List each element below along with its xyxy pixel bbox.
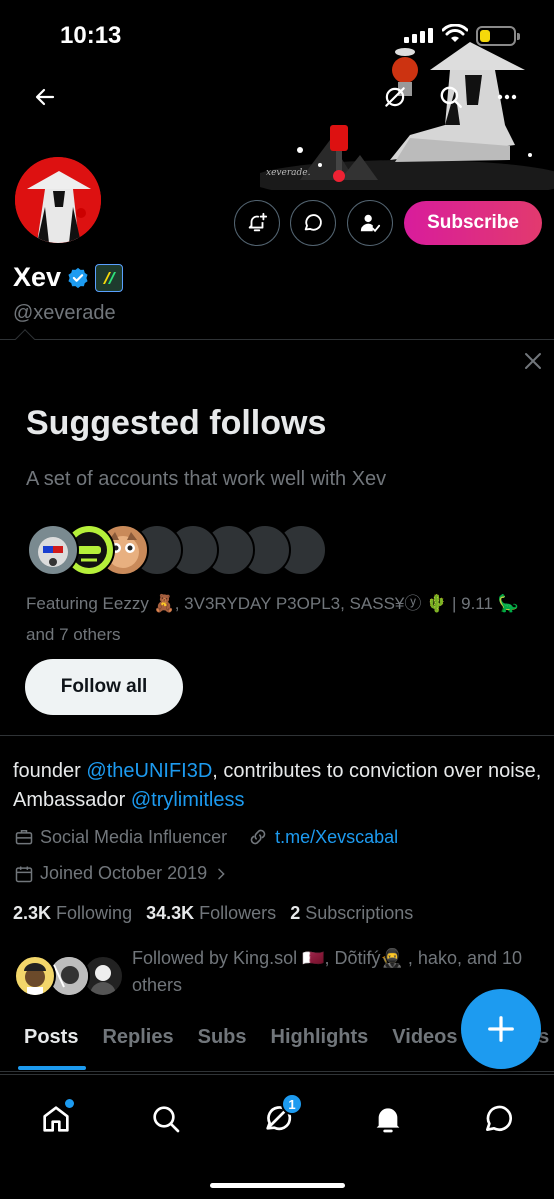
bio-text: founder bbox=[13, 760, 87, 782]
affiliate-logo-icon bbox=[103, 271, 117, 284]
profile-name-row: Xev bbox=[13, 262, 124, 293]
avatar-image bbox=[15, 157, 101, 243]
following-stat[interactable]: 2.3K Following bbox=[13, 903, 132, 924]
nav-notifications[interactable] bbox=[366, 1097, 410, 1141]
battery-icon bbox=[476, 26, 520, 46]
profile-bio: founder @theUNIFI3D, contributes to conv… bbox=[13, 757, 543, 815]
tab-videos[interactable]: Videos bbox=[380, 1018, 469, 1072]
search-icon bbox=[440, 86, 462, 108]
person-check-icon bbox=[360, 214, 381, 233]
section-divider bbox=[0, 735, 554, 736]
status-bar: 10:13 bbox=[0, 0, 554, 70]
nav-messages[interactable] bbox=[476, 1097, 520, 1141]
messages-icon bbox=[486, 1105, 512, 1131]
briefcase-icon bbox=[15, 830, 33, 845]
subscribe-button[interactable]: Subscribe bbox=[404, 201, 542, 245]
profile-website-link[interactable]: t.me/Xevscabal bbox=[275, 827, 398, 848]
wifi-icon bbox=[442, 24, 468, 42]
chevron-right-icon bbox=[218, 868, 225, 879]
nav-grok[interactable]: 1 bbox=[255, 1093, 303, 1141]
close-icon[interactable] bbox=[521, 349, 545, 373]
divider-notch bbox=[15, 329, 35, 349]
bio-mention-link[interactable]: @theUNIFI3D bbox=[86, 760, 212, 782]
nav-search[interactable] bbox=[144, 1097, 188, 1141]
search-button[interactable] bbox=[428, 74, 474, 120]
suggested-follows-title: Suggested follows bbox=[26, 404, 327, 442]
affiliate-badge-icon[interactable] bbox=[95, 263, 124, 292]
chat-bubble-icon bbox=[304, 214, 322, 231]
banner-signature: xeverade. bbox=[266, 168, 311, 178]
plus-icon bbox=[488, 1016, 514, 1042]
suggested-avatar-1 bbox=[27, 524, 79, 576]
joined-row[interactable]: Joined October 2019 bbox=[14, 863, 229, 884]
grok-button[interactable] bbox=[372, 74, 418, 120]
subscriptions-stat[interactable]: 2 Subscriptions bbox=[290, 903, 413, 924]
profile-stats: 2.3K Following 34.3K Followers 2 Subscri… bbox=[13, 903, 413, 924]
following-status-button[interactable] bbox=[347, 200, 393, 246]
grok-notification-badge: 1 bbox=[281, 1093, 303, 1115]
followers-stat[interactable]: 34.3K Followers bbox=[146, 903, 276, 924]
link-icon bbox=[250, 829, 266, 845]
display-name: Xev bbox=[13, 262, 62, 292]
nav-home[interactable] bbox=[34, 1097, 78, 1141]
notifications-icon bbox=[376, 1108, 400, 1133]
section-divider bbox=[0, 339, 554, 340]
tab-posts[interactable]: Posts bbox=[0, 1018, 90, 1072]
suggested-follows-subtitle: A set of accounts that work well with Xe… bbox=[26, 468, 387, 490]
home-indicator bbox=[210, 1183, 345, 1188]
username-handle: @xeverade bbox=[13, 302, 116, 324]
tab-highlights[interactable]: Highlights bbox=[259, 1018, 381, 1072]
more-horizontal-icon bbox=[497, 94, 517, 100]
tabs-divider bbox=[0, 1071, 554, 1072]
cellular-signal-icon bbox=[404, 28, 433, 43]
status-time: 10:13 bbox=[60, 22, 122, 49]
back-button[interactable] bbox=[22, 74, 68, 120]
more-options-button[interactable] bbox=[484, 74, 530, 120]
message-button[interactable] bbox=[290, 200, 336, 246]
bell-plus-icon bbox=[248, 212, 268, 232]
bio-mention-link[interactable]: @trylimitless bbox=[131, 789, 245, 811]
compose-post-button[interactable] bbox=[461, 989, 541, 1069]
suggested-featuring-text: Featuring Eezzy 🧸, 3V3RYDAY P3OPL3, SASS… bbox=[26, 594, 519, 644]
verified-badge-icon[interactable] bbox=[67, 267, 89, 289]
tab-replies[interactable]: Replies bbox=[90, 1018, 185, 1072]
joined-date: Joined October 2019 bbox=[40, 863, 208, 883]
tab-subs[interactable]: Subs bbox=[186, 1018, 259, 1072]
followed-by-text: Followed by King.sol 🇶🇦, Dõtifý🥷 , hako,… bbox=[132, 948, 523, 995]
arrow-left-icon bbox=[35, 88, 55, 106]
search-icon bbox=[153, 1106, 180, 1133]
profile-meta-row: Social Media Influencer t.me/Xevscabal bbox=[14, 826, 398, 848]
follower-avatar-1 bbox=[14, 955, 56, 997]
profile-avatar[interactable] bbox=[12, 154, 104, 246]
home-unread-dot bbox=[65, 1099, 74, 1108]
grok-icon bbox=[385, 87, 405, 107]
profile-category: Social Media Influencer bbox=[40, 826, 228, 847]
suggested-avatars[interactable] bbox=[27, 524, 327, 576]
calendar-icon bbox=[15, 866, 33, 882]
battery-level bbox=[480, 30, 490, 42]
bottom-navigation: 1 bbox=[0, 1074, 554, 1199]
notifications-subscribe-button[interactable] bbox=[234, 200, 280, 246]
follow-all-button[interactable]: Follow all bbox=[25, 659, 183, 715]
